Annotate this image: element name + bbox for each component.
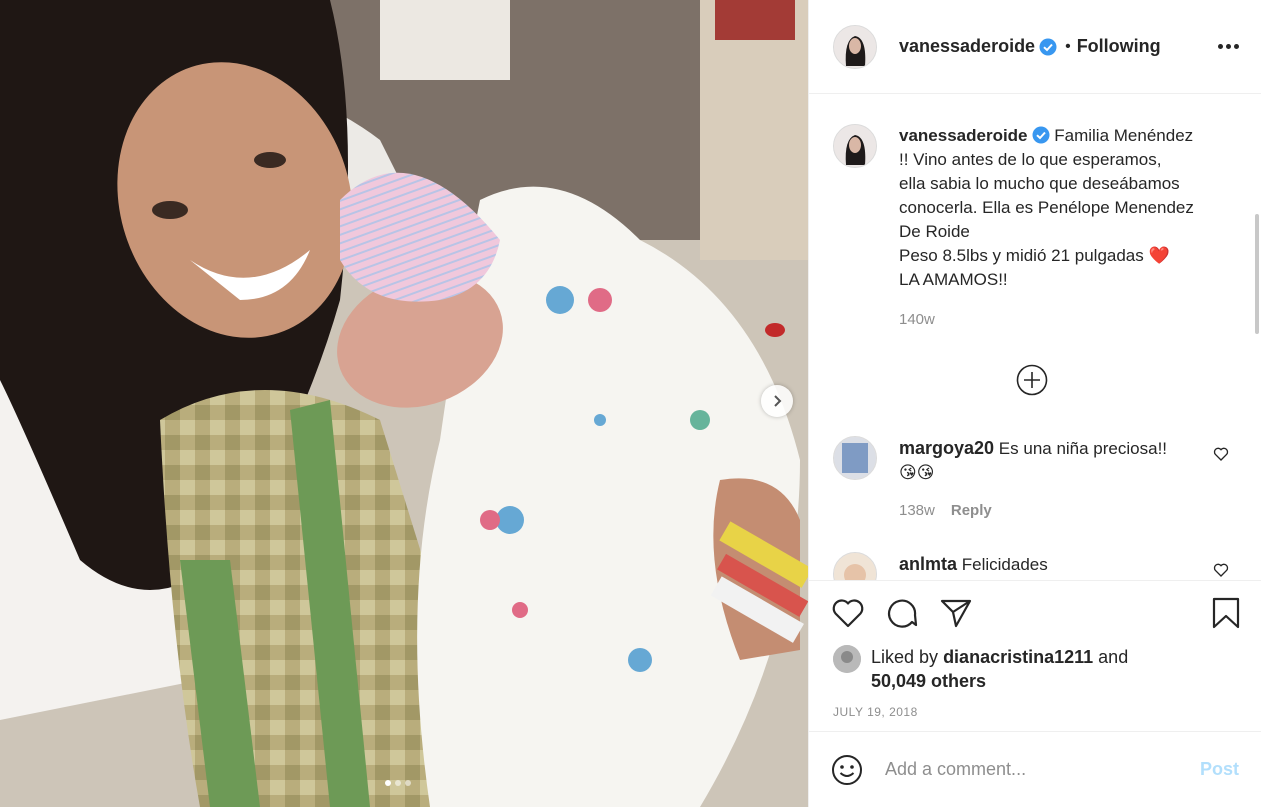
separator-bullet: • <box>1065 37 1071 55</box>
commenter-avatar[interactable] <box>833 552 877 580</box>
caption-text-line: De Roide <box>899 222 970 241</box>
author-avatar[interactable] <box>833 24 877 69</box>
author-username[interactable]: vanessaderoide <box>899 36 1035 57</box>
carousel-dot <box>405 780 411 786</box>
caption-username[interactable]: vanessaderoide <box>899 126 1028 145</box>
comment-meta: 138w Reply <box>899 499 1189 523</box>
caption-text-line: Peso 8.5lbs y midió 21 pulgadas ❤️ <box>899 244 1235 268</box>
carousel-indicator <box>385 780 411 786</box>
caption-text-line: ella sabia lo mucho que deseábamos <box>899 174 1180 193</box>
caption-timestamp[interactable]: 140w <box>899 308 1235 332</box>
more-options-icon[interactable] <box>1212 38 1245 55</box>
likes-text: Liked by dianacristina1211 and 50,049 ot… <box>871 645 1128 693</box>
avatar-image <box>834 437 876 479</box>
post-photo[interactable] <box>0 0 808 807</box>
comment-item: margoya20 Es una niña preciosa!! 😘😘 138w… <box>833 436 1233 523</box>
caption-text-line: LA AMAMOS!! <box>899 270 1008 289</box>
comment-bubble-icon[interactable] <box>885 597 919 634</box>
like-comment-heart-icon[interactable] <box>1213 446 1229 462</box>
comment-text: Felicidades <box>961 555 1048 574</box>
caption-line: vanessaderoide Familia Menéndez <box>899 124 1235 148</box>
comments-section: vanessaderoide Familia Menéndez !! Vino … <box>809 94 1261 580</box>
caption-body: vanessaderoide Familia Menéndez !! Vino … <box>899 124 1235 332</box>
liker-avatar[interactable] <box>833 645 861 673</box>
verified-badge-icon <box>1032 126 1050 144</box>
comment-timestamp[interactable]: 138w <box>899 499 935 523</box>
commenter-username[interactable]: margoya20 <box>899 438 994 458</box>
comments-scrollbar[interactable] <box>1255 214 1259 334</box>
emoji-smiley-icon[interactable] <box>831 754 863 786</box>
post-header: vanessaderoide • Following <box>809 0 1261 94</box>
commenter-avatar[interactable] <box>833 436 877 480</box>
like-comment-heart-icon[interactable] <box>1213 562 1229 578</box>
heart-emoji: ❤️ <box>1148 246 1170 265</box>
post-image <box>0 0 808 807</box>
post-actions: Liked by dianacristina1211 and 50,049 ot… <box>809 580 1261 730</box>
carousel-dot-active <box>385 780 391 786</box>
avatar-image <box>834 125 876 167</box>
carousel-dot <box>395 780 401 786</box>
following-button[interactable]: Following <box>1077 36 1161 57</box>
like-heart-icon[interactable] <box>831 597 865 634</box>
caption-text-line: Familia Menéndez <box>1054 126 1194 145</box>
comment-input[interactable] <box>883 758 1200 781</box>
plus-circle-icon <box>1016 364 1048 396</box>
comment-item: anlmta Felicidades <box>833 552 1233 580</box>
likes-conjunction: and <box>1098 647 1129 667</box>
post-comment-button[interactable]: Post <box>1200 759 1239 780</box>
post-side-panel: vanessaderoide • Following vanessaderoid… <box>808 0 1261 807</box>
post-date[interactable]: JULY 19, 2018 <box>833 705 918 719</box>
add-comment-bar: Post <box>809 731 1261 807</box>
reply-button[interactable]: Reply <box>951 499 992 523</box>
chevron-right-icon <box>774 395 782 407</box>
next-slide-button[interactable] <box>761 385 793 417</box>
caption-text: Peso 8.5lbs y midió 21 pulgadas <box>899 246 1144 265</box>
comment-emoji: 😘😘 <box>899 463 935 482</box>
instagram-post: vanessaderoide • Following vanessaderoid… <box>0 0 1261 807</box>
comment-text: Es una niña preciosa!! <box>998 439 1168 458</box>
action-icons <box>831 597 973 634</box>
caption-text-line: conocerla. Ella es Penélope Menendez <box>899 198 1194 217</box>
likes-summary: Liked by dianacristina1211 and 50,049 ot… <box>833 645 1128 693</box>
commenter-username[interactable]: anlmta <box>899 554 957 574</box>
load-more-comments-button[interactable] <box>1016 364 1048 396</box>
caption-author-avatar[interactable] <box>833 124 877 168</box>
caption: vanessaderoide Familia Menéndez !! Vino … <box>833 124 1235 332</box>
likes-others-count[interactable]: 50,049 others <box>871 671 986 691</box>
likes-prefix: Liked by <box>871 647 939 667</box>
verified-badge-icon <box>1039 38 1057 55</box>
comment-body: margoya20 Es una niña preciosa!! 😘😘 138w… <box>899 436 1189 523</box>
liker-username[interactable]: dianacristina1211 <box>943 647 1093 667</box>
share-paper-plane-icon[interactable] <box>939 597 973 634</box>
comment-body: anlmta Felicidades <box>899 552 1189 580</box>
header-user-info: vanessaderoide • Following <box>899 36 1161 57</box>
avatar-image <box>834 25 876 68</box>
save-bookmark-icon[interactable] <box>1211 597 1241 634</box>
avatar-image <box>834 553 876 580</box>
caption-text-line: !! Vino antes de lo que esperamos, <box>899 150 1162 169</box>
